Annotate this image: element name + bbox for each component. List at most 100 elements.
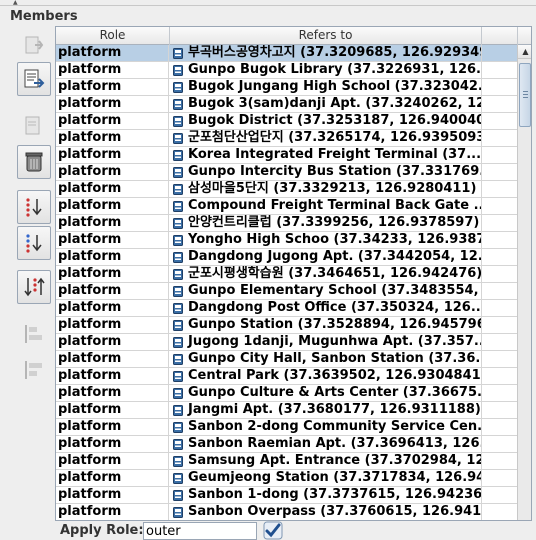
refers-to-cell[interactable]: 부곡버스공영차고지 (37.3209685, 126.9293497)	[170, 45, 482, 62]
column-header-role[interactable]: Role	[56, 27, 170, 45]
table-row[interactable]: platform 군포첨단산업단지 (37.3265174, 126.939509…	[56, 130, 518, 147]
refers-to-cell[interactable]: Gunpo Culture & Arts Center (37.36675...	[170, 385, 482, 402]
edit-member-button[interactable]	[17, 62, 51, 96]
refers-to-cell[interactable]: Bugok Jungang High School (37.323042...	[170, 79, 482, 96]
role-cell[interactable]: platform	[57, 232, 169, 249]
role-cell[interactable]: platform	[57, 79, 169, 96]
refers-to-cell[interactable]: Jangmi Apt. (37.3680177, 126.9311188)	[170, 402, 482, 419]
role-cell[interactable]: platform	[57, 334, 169, 351]
refers-to-cell[interactable]: Gunpo Elementary School (37.3483554, ...	[170, 283, 482, 300]
move-up-button[interactable]	[17, 28, 51, 62]
align-bottom-button[interactable]	[17, 353, 51, 387]
refers-to-cell[interactable]: Sanbon 1-dong (37.3737615, 126.9423656)	[170, 487, 482, 504]
column-header-refers-to[interactable]: Refers to	[170, 27, 482, 45]
table-row[interactable]: platform 부곡버스공영차고지 (37.3209685, 126.92934…	[56, 45, 518, 62]
role-cell[interactable]: platform	[57, 504, 169, 520]
table-row[interactable]: platform Gunpo City Hall, Sanbon Station …	[56, 351, 518, 368]
role-cell[interactable]: platform	[57, 419, 169, 436]
table-row[interactable]: platform Central Park (37.3639502, 126.93…	[56, 368, 518, 385]
role-cell[interactable]: platform	[57, 198, 169, 215]
role-cell[interactable]: platform	[57, 402, 169, 419]
scroll-up-arrow-icon[interactable]: ▲	[518, 45, 531, 59]
table-row[interactable]: platform Gunpo Intercity Bus Station (37.…	[56, 164, 518, 181]
role-cell[interactable]: platform	[57, 436, 169, 453]
role-cell[interactable]: platform	[57, 62, 169, 79]
refers-to-cell[interactable]: Gunpo Bugok Library (37.3226931, 126....	[170, 62, 482, 79]
role-cell[interactable]: platform	[57, 385, 169, 402]
table-row[interactable]: platform Bugok 3(sam)danji Apt. (37.32402…	[56, 96, 518, 113]
role-cell[interactable]: platform	[57, 368, 169, 385]
refers-to-cell[interactable]: Korea Integrated Freight Terminal (37...…	[170, 147, 482, 164]
table-row[interactable]: platform 삼성마을5단지 (37.3329213, 126.9280411…	[56, 181, 518, 198]
role-cell[interactable]: platform	[57, 249, 169, 266]
refers-to-cell[interactable]: 삼성마을5단지 (37.3329213, 126.9280411)	[170, 181, 482, 198]
role-cell[interactable]: platform	[57, 317, 169, 334]
table-row[interactable]: platform Samsung Apt. Entrance (37.370298…	[56, 453, 518, 470]
table-row[interactable]: platform Geumjeong Station (37.3717834, 1…	[56, 470, 518, 487]
refers-to-cell[interactable]: Dangdong Jugong Apt. (37.3442054, 12...	[170, 249, 482, 266]
collapse-arrow-icon[interactable]: ▲	[13, 0, 18, 6]
table-row[interactable]: platform Compound Freight Terminal Back G…	[56, 198, 518, 215]
refers-to-cell[interactable]: 안양컨트리클럽 (37.3399256, 126.9378597)	[170, 215, 482, 232]
role-cell[interactable]: platform	[57, 470, 169, 487]
table-row[interactable]: platform Sanbon 2-dong Community Service …	[56, 419, 518, 436]
table-row[interactable]: platform Dangdong Jugong Apt. (37.3442054…	[56, 249, 518, 266]
table-row[interactable]: platform Jangmi Apt. (37.3680177, 126.931…	[56, 402, 518, 419]
move-down-button[interactable]	[17, 190, 51, 224]
refers-to-cell[interactable]: Sanbon Overpass (37.3760615, 126.941...	[170, 504, 482, 520]
collapse-bar[interactable]: ▲	[0, 0, 536, 6]
refers-to-cell[interactable]: Sanbon 2-dong Community Service Cen...	[170, 419, 482, 436]
table-row[interactable]: platform Sanbon Raemian Apt. (37.3696413,…	[56, 436, 518, 453]
table-row[interactable]: platform Yongho High Schoo (37.34233, 126…	[56, 232, 518, 249]
role-cell[interactable]: platform	[57, 147, 169, 164]
table-row[interactable]: platform Gunpo Bugok Library (37.3226931,…	[56, 62, 518, 79]
table-row[interactable]: platform Bugok Jungang High School (37.32…	[56, 79, 518, 96]
refers-to-cell[interactable]: Sanbon Raemian Apt. (37.3696413, 126....	[170, 436, 482, 453]
table-row[interactable]: platform Sanbon Overpass (37.3760615, 126…	[56, 504, 518, 520]
table-row[interactable]: platform 안양컨트리클럽 (37.3399256, 126.9378597…	[56, 215, 518, 232]
refers-to-cell[interactable]: Gunpo Intercity Bus Station (37.331769..…	[170, 164, 482, 181]
role-cell[interactable]: platform	[57, 453, 169, 470]
refers-to-cell[interactable]: 군포첨단산업단지 (37.3265174, 126.9395093)	[170, 130, 482, 147]
role-cell[interactable]: platform	[57, 130, 169, 147]
role-cell[interactable]: platform	[57, 351, 169, 368]
table-row[interactable]: platform Gunpo Culture & Arts Center (37.…	[56, 385, 518, 402]
vertical-scrollbar[interactable]: ▲	[517, 45, 531, 520]
table-row[interactable]: platform Korea Integrated Freight Termina…	[56, 147, 518, 164]
role-cell[interactable]: platform	[57, 181, 169, 198]
table-row[interactable]: platform Gunpo Station (37.3528894, 126.9…	[56, 317, 518, 334]
role-cell[interactable]: platform	[57, 113, 169, 130]
role-cell[interactable]: platform	[57, 487, 169, 504]
delete-button[interactable]	[17, 145, 51, 179]
apply-role-button[interactable]	[262, 521, 284, 540]
refers-to-cell[interactable]: Samsung Apt. Entrance (37.3702984, 12...	[170, 453, 482, 470]
table-row[interactable]: platform Dangdong Post Office (37.350324,…	[56, 300, 518, 317]
refers-to-cell[interactable]: Jugong 1danji, Mugunhwa Apt. (37.357...	[170, 334, 482, 351]
sort-button[interactable]	[17, 270, 51, 304]
move-to-bottom-button[interactable]	[17, 226, 51, 260]
refers-to-cell[interactable]: Central Park (37.3639502, 126.9304841)	[170, 368, 482, 385]
table-row[interactable]: platform Jugong 1danji, Mugunhwa Apt. (37…	[56, 334, 518, 351]
refers-to-cell[interactable]: Bugok 3(sam)danji Apt. (37.3240262, 12..…	[170, 96, 482, 113]
copy-button[interactable]	[17, 109, 51, 143]
table-row[interactable]: platform Bugok District (37.3253187, 126.…	[56, 113, 518, 130]
role-cell[interactable]: platform	[57, 164, 169, 181]
refers-to-cell[interactable]: Dangdong Post Office (37.350324, 126....	[170, 300, 482, 317]
refers-to-cell[interactable]: 군포시평생학습원 (37.3464651, 126.942476)	[170, 266, 482, 283]
role-cell[interactable]: platform	[57, 215, 169, 232]
scroll-thumb[interactable]	[519, 63, 531, 127]
role-cell[interactable]: platform	[57, 96, 169, 113]
table-row[interactable]: platform 군포시평생학습원 (37.3464651, 126.942476…	[56, 266, 518, 283]
table-row[interactable]: platform Gunpo Elementary School (37.3483…	[56, 283, 518, 300]
role-cell[interactable]: platform	[57, 45, 169, 62]
refers-to-cell[interactable]: Yongho High Schoo (37.34233, 126.93873)	[170, 232, 482, 249]
role-cell[interactable]: platform	[57, 283, 169, 300]
apply-role-input[interactable]	[143, 522, 257, 540]
refers-to-cell[interactable]: Gunpo City Hall, Sanbon Station (37.36..…	[170, 351, 482, 368]
refers-to-cell[interactable]: Gunpo Station (37.3528894, 126.9457966)	[170, 317, 482, 334]
role-cell[interactable]: platform	[57, 300, 169, 317]
align-top-button[interactable]	[17, 317, 51, 351]
table-row[interactable]: platform Sanbon 1-dong (37.3737615, 126.9…	[56, 487, 518, 504]
refers-to-cell[interactable]: Geumjeong Station (37.3717834, 126.94...	[170, 470, 482, 487]
refers-to-cell[interactable]: Bugok District (37.3253187, 126.9400403)	[170, 113, 482, 130]
